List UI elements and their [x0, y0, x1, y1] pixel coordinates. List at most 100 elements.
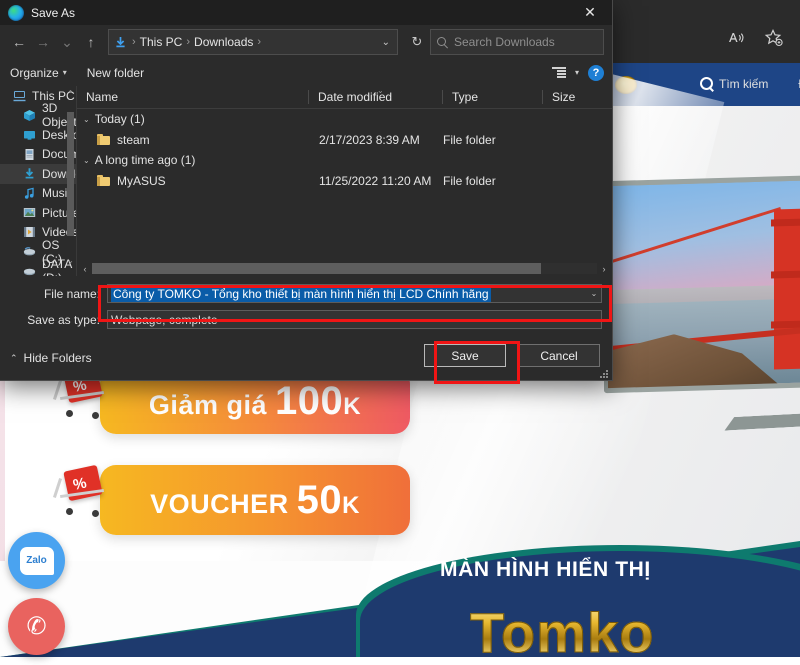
cancel-button[interactable]: Cancel — [518, 344, 600, 367]
horizontal-scrollbar[interactable]: ‹ › — [77, 261, 612, 276]
save-button[interactable]: Save — [424, 344, 506, 367]
hide-folders-button[interactable]: ⌃ Hide Folders — [10, 351, 92, 365]
sidebar-item-desktop[interactable]: Desktop — [0, 125, 76, 145]
savetype-dropdown-icon[interactable]: ⌄ — [587, 310, 602, 329]
recent-locations-button[interactable]: ⌄ — [56, 30, 78, 54]
table-row[interactable]: steam 2/17/2023 8:39 AM File folder — [77, 129, 612, 150]
search-input[interactable]: Search Downloads — [430, 29, 604, 55]
nav-item-search-label: Tìm kiếm — [719, 77, 768, 91]
table-row[interactable]: MyASUS 11/25/2022 11:20 AM File folder — [77, 170, 612, 191]
call-button[interactable]: ✆ — [8, 598, 65, 655]
sidebar-item-documents[interactable]: Documents — [0, 145, 76, 165]
bridge-tower — [774, 209, 800, 370]
edge-browser-icon — [8, 5, 24, 21]
file-type-cell: File folder — [443, 174, 533, 188]
search-icon — [700, 77, 714, 91]
file-name: MyASUS — [117, 174, 166, 188]
promo1-prefix: Giảm giá — [149, 390, 267, 420]
column-header-name[interactable]: Name — [77, 90, 308, 104]
column-headers: Name Date modified Type Size ⌄ — [77, 86, 612, 109]
forward-button[interactable]: → — [32, 30, 54, 54]
scrollbar-track[interactable] — [92, 263, 597, 274]
file-list-pane: Name Date modified Type Size ⌄ ⌄ Today (… — [77, 86, 612, 276]
dialog-title: Save As — [31, 6, 75, 20]
filename-dropdown-icon[interactable]: ⌄ — [587, 284, 602, 303]
breadcrumb-sep: › — [257, 36, 261, 48]
phone-icon: ✆ — [26, 612, 46, 641]
website-nav: Tìm kiếm Đại l — [688, 74, 800, 94]
breadcrumb-this-pc[interactable]: This PC — [140, 35, 183, 49]
breadcrumb-downloads[interactable]: Downloads — [194, 35, 253, 49]
filename-value: Công ty TOMKO - Tổng kho thiết bị màn hì… — [111, 286, 491, 302]
help-icon[interactable]: ? — [588, 65, 604, 81]
nav-item-dealer[interactable]: Đại l — [786, 74, 800, 94]
organize-label: Organize — [10, 66, 59, 80]
pc-icon — [12, 89, 26, 103]
nav-item-search[interactable]: Tìm kiếm — [688, 74, 768, 94]
column-header-date-modified[interactable]: Date modified — [308, 90, 442, 104]
back-button[interactable]: ← — [8, 30, 30, 54]
scrollbar-thumb[interactable] — [92, 263, 541, 274]
desktop-icon — [22, 128, 36, 142]
documents-icon — [22, 147, 36, 161]
organize-button[interactable]: Organize ▾ — [10, 66, 67, 80]
group-header-a-long-time-ago[interactable]: ⌄ A long time ago (1) — [77, 150, 612, 170]
save-as-dialog: Save As ✕ ← → ⌄ ↑ › This PC › Downloads … — [0, 0, 613, 381]
savetype-value: Webpage, complete — [111, 313, 218, 327]
promo2-value: 50 — [297, 478, 343, 522]
breadcrumb-history-chevron-icon[interactable]: ⌄ — [379, 37, 393, 48]
column-header-type[interactable]: Type — [442, 90, 542, 104]
view-layout-icon[interactable] — [552, 67, 566, 79]
new-folder-button[interactable]: New folder — [87, 66, 144, 80]
breadcrumb-sep: › — [186, 36, 190, 48]
savetype-field-wrap: Webpage, complete ⌄ — [107, 310, 602, 329]
file-list[interactable]: ⌄ Today (1) steam 2/17/2023 8:39 AM File… — [77, 109, 612, 261]
read-aloud-icon[interactable] — [724, 26, 748, 50]
sidebar-item-downloads[interactable]: Downloads — [0, 164, 76, 184]
resize-grip[interactable] — [600, 370, 609, 379]
savetype-select[interactable]: Webpage, complete — [107, 310, 602, 329]
promo2-unit: K — [342, 492, 360, 519]
sidebar-item-pictures[interactable]: Pictures — [0, 203, 76, 223]
tomko-logo: Tomko — [470, 600, 654, 665]
dialog-command-bar: Organize ▾ New folder ▾ ? — [0, 59, 612, 86]
file-date-cell: 2/17/2023 8:39 AM — [319, 133, 443, 147]
navigation-pane: This PC 3D Objects Desktop Documents — [0, 86, 77, 276]
scroll-down-icon[interactable]: ⌄ — [67, 257, 74, 265]
chevron-down-icon: ▾ — [63, 68, 67, 77]
monitor-product-image — [604, 177, 800, 442]
up-button[interactable]: ↑ — [80, 30, 102, 54]
chevron-down-icon[interactable]: ⌄ — [83, 156, 90, 165]
group-header-today[interactable]: ⌄ Today (1) — [77, 109, 612, 129]
drive-icon — [22, 264, 36, 276]
favorites-icon[interactable] — [762, 26, 786, 50]
chevron-up-icon: ⌃ — [10, 353, 18, 364]
scroll-left-icon[interactable]: ‹ — [78, 262, 92, 275]
navpane-scrollbar[interactable]: ⌃ ⌄ — [67, 90, 74, 265]
breadcrumb[interactable]: › This PC › Downloads › ⌄ — [108, 29, 398, 55]
hide-folders-label: Hide Folders — [24, 351, 92, 365]
scrollbar-thumb[interactable] — [67, 112, 74, 236]
zalo-chat-button[interactable]: Zalo — [8, 532, 65, 589]
breadcrumb-sep: › — [132, 36, 136, 48]
view-chevron-down-icon[interactable]: ▾ — [575, 68, 579, 77]
scroll-right-icon[interactable]: › — [597, 262, 611, 275]
savetype-label: Save as type: — [0, 313, 107, 327]
scroll-up-icon[interactable]: ⌃ — [67, 90, 74, 98]
folder-icon — [97, 175, 110, 186]
chevron-down-icon[interactable]: ⌄ — [83, 115, 90, 124]
sidebar-item-data-d[interactable]: DATA (D:) — [0, 262, 76, 277]
refresh-icon[interactable]: ↻ — [406, 30, 428, 54]
filename-input[interactable]: Công ty TOMKO - Tổng kho thiết bị màn hì… — [107, 284, 602, 303]
3d-objects-icon — [22, 108, 36, 122]
column-header-size[interactable]: Size — [542, 90, 612, 104]
banner-headline: MÀN HÌNH HIỂN THỊ — [440, 558, 651, 582]
monitor-screen — [608, 178, 800, 388]
promo2-prefix: VOUCHER — [150, 489, 289, 519]
sidebar-item-music[interactable]: Music — [0, 184, 76, 204]
new-folder-label: New folder — [87, 66, 144, 80]
sidebar-item-3d-objects[interactable]: 3D Objects — [0, 106, 76, 126]
file-name: steam — [117, 133, 150, 147]
downloads-folder-icon — [113, 35, 128, 50]
close-icon[interactable]: ✕ — [568, 0, 612, 25]
